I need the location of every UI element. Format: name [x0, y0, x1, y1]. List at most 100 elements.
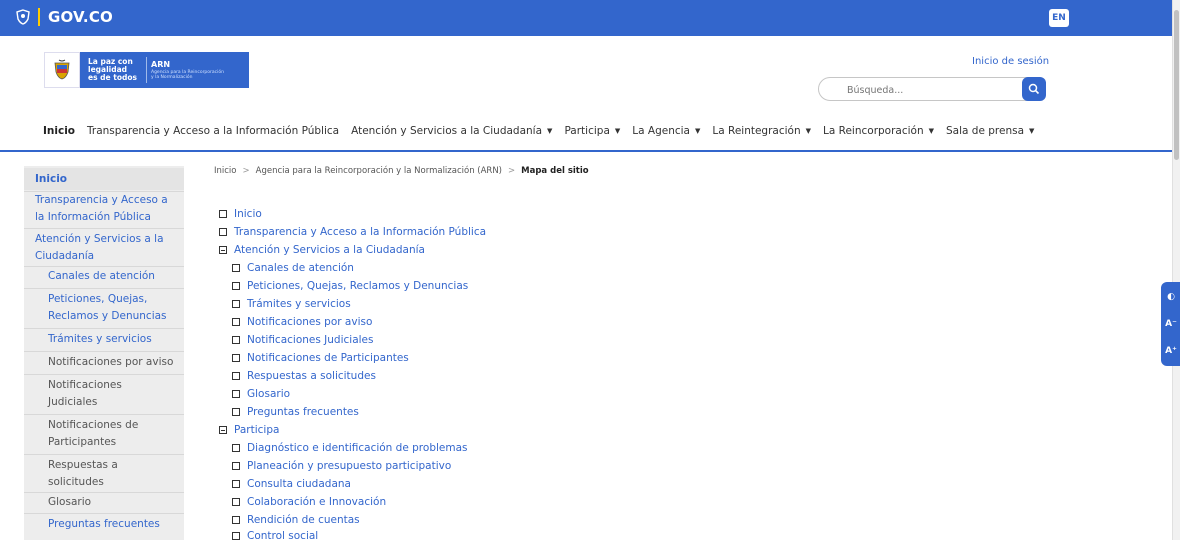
tree-node-icon [232, 480, 240, 488]
sitemap-link[interactable]: Notificaciones Judiciales [247, 334, 373, 346]
sidebar-subitem-preguntas[interactable]: Preguntas frecuentes [24, 516, 184, 533]
increase-font-icon[interactable]: A⁺ [1163, 340, 1179, 362]
sitemap-node[interactable]: Planeación y presupuesto participativo [232, 460, 451, 472]
tree-node-icon [232, 390, 240, 398]
sitemap-link[interactable]: Peticiones, Quejas, Reclamos y Denuncias [247, 280, 468, 292]
tree-node-icon [232, 498, 240, 506]
sitemap-node[interactable]: Participa [219, 424, 279, 436]
sitemap-node[interactable]: Atención y Servicios a la Ciudadanía [219, 244, 425, 256]
sitemap-node[interactable]: Colaboración e Innovación [232, 496, 386, 508]
sitemap-node[interactable]: Consulta ciudadana [232, 478, 351, 490]
sitemap-node[interactable]: Notificaciones por aviso [232, 316, 372, 328]
menu-item-sala-de-prensa[interactable]: Sala de prensa ▼ [946, 125, 1034, 137]
menu-item-la-reincorporacion[interactable]: La Reincorporación ▼ [823, 125, 934, 137]
sitemap-node[interactable]: Glosario [232, 388, 290, 400]
sitemap-node[interactable]: Rendición de cuentas [232, 514, 360, 526]
sitemap-link[interactable]: Colaboración e Innovación [247, 496, 386, 508]
sitemap-node[interactable]: Canales de atención [232, 262, 354, 274]
sitemap-link[interactable]: Canales de atención [247, 262, 354, 274]
sidebar-item-label: Reclamos y Denuncias [48, 310, 167, 322]
sitemap-node[interactable]: Control social [232, 530, 318, 540]
menu-label: Inicio [43, 125, 76, 137]
sidebar-subitem-tramites[interactable]: Trámites y servicios [24, 331, 184, 348]
sitemap-node[interactable]: Transparencia y Acceso a la Información … [219, 226, 486, 238]
caret-down-icon: ▼ [547, 127, 553, 135]
sitemap-link[interactable]: Respuestas a solicitudes [247, 370, 376, 382]
menu-item-la-reintegracion[interactable]: La Reintegración ▼ [712, 125, 811, 137]
breadcrumb-link[interactable]: Inicio [214, 166, 237, 176]
sitemap-link[interactable]: Preguntas frecuentes [247, 406, 359, 418]
sidebar-subitem-notificaciones-judiciales[interactable]: Notificaciones Judiciales [24, 377, 184, 411]
caret-down-icon: ▼ [614, 127, 621, 135]
scrollbar-thumb[interactable] [1174, 10, 1179, 160]
tree-node-icon [219, 228, 227, 236]
sitemap-node[interactable]: Notificaciones Judiciales [232, 334, 373, 346]
sidebar-item-label: Ciudadanía [35, 250, 95, 262]
sitemap-link[interactable]: Rendición de cuentas [247, 514, 360, 526]
sitemap-link[interactable]: Notificaciones de Participantes [247, 352, 409, 364]
search-input[interactable] [831, 82, 1011, 98]
sidebar-subitem-pqrd[interactable]: Peticiones, Quejas, Reclamos y Denuncias [24, 291, 184, 325]
brand-slogan: La paz con legalidad es de todos [80, 58, 144, 82]
sitemap-link[interactable]: Planeación y presupuesto participativo [247, 460, 451, 472]
sidebar-item-inicio[interactable]: Inicio [24, 168, 184, 190]
sidebar-subitem-respuestas[interactable]: Respuestas a solicitudes [24, 457, 184, 491]
sitemap-node[interactable]: Respuestas a solicitudes [232, 370, 376, 382]
login-link[interactable]: Inicio de sesión [972, 56, 1049, 67]
arn-brand-logo[interactable]: La paz con legalidad es de todos ARN Age… [44, 52, 249, 88]
caret-down-icon: ▼ [694, 127, 701, 135]
sidebar-subitem-notificaciones-aviso[interactable]: Notificaciones por aviso [24, 354, 184, 371]
breadcrumb-link[interactable]: Agencia para la Reincorporación y la Nor… [256, 166, 502, 176]
sidebar-subitem-notificaciones-participantes[interactable]: Notificaciones de Participantes [24, 417, 184, 451]
sitemap-node[interactable]: Preguntas frecuentes [232, 406, 359, 418]
contrast-icon[interactable]: ◐ [1163, 286, 1179, 308]
sitemap-node[interactable]: Peticiones, Quejas, Reclamos y Denuncias [232, 280, 468, 292]
sitemap-link[interactable]: Inicio [234, 208, 262, 220]
sitemap-node[interactable]: Diagnóstico e identificación de problema… [232, 442, 468, 454]
sitemap-link[interactable]: Atención y Servicios a la Ciudadanía [234, 244, 425, 256]
sitemap-link[interactable]: Participa [234, 424, 279, 436]
sitemap-node[interactable]: Inicio [219, 208, 262, 220]
tree-collapse-icon[interactable] [219, 246, 227, 254]
breadcrumb-separator: > [508, 166, 516, 176]
sidebar-item-transparencia[interactable]: Transparencia y Acceso a la Información … [24, 192, 184, 226]
menu-item-inicio[interactable]: Inicio [43, 125, 75, 137]
sitemap-link[interactable]: Control social [247, 530, 318, 540]
tree-collapse-icon[interactable] [219, 426, 227, 434]
sidebar-item-label: Notificaciones de [48, 419, 139, 431]
sitemap-link[interactable]: Diagnóstico e identificación de problema… [247, 442, 468, 454]
menu-item-la-agencia[interactable]: La Agencia ▼ [632, 125, 700, 137]
sidebar-divider [24, 351, 184, 352]
sidebar-subitem-glosario[interactable]: Glosario [24, 494, 184, 511]
caret-down-icon: ▼ [1029, 127, 1035, 135]
sidebar-divider [24, 492, 184, 493]
menu-item-participa[interactable]: Participa ▼ [564, 125, 620, 137]
sidebar-subitem-canales[interactable]: Canales de atención [24, 268, 184, 285]
language-button[interactable]: EN [1049, 9, 1069, 27]
sitemap-link[interactable]: Notificaciones por aviso [247, 316, 372, 328]
sidebar-item-label: Transparencia y Acceso a [35, 194, 168, 206]
menu-item-atencion[interactable]: Atención y Servicios a la Ciudadanía ▼ [351, 125, 552, 137]
sitemap-link[interactable]: Glosario [247, 388, 290, 400]
sitemap-link[interactable]: Consulta ciudadana [247, 478, 351, 490]
tree-node-icon [232, 372, 240, 380]
sitemap-link[interactable]: Transparencia y Acceso a la Información … [234, 226, 486, 238]
tree-node-icon [232, 516, 240, 524]
sidebar-item-label: Judiciales [48, 396, 98, 408]
tree-node-icon [232, 282, 240, 290]
tree-node-icon [232, 300, 240, 308]
tree-node-icon [232, 318, 240, 326]
gov-co-logo[interactable]: GOV.CO [16, 8, 113, 26]
sidebar-item-atencion[interactable]: Atención y Servicios a la Ciudadanía [24, 231, 184, 265]
menu-item-transparencia[interactable]: Transparencia y Acceso a la Información … [87, 125, 339, 137]
menu-label: Atención y Servicios a la Ciudadanía [351, 125, 543, 137]
page-scrollbar[interactable] [1172, 0, 1180, 540]
decrease-font-icon[interactable]: A⁻ [1163, 313, 1179, 335]
sitemap-node[interactable]: Notificaciones de Participantes [232, 352, 409, 364]
tree-node-icon [232, 444, 240, 452]
gov-separator [38, 8, 40, 26]
sitemap-node[interactable]: Trámites y servicios [232, 298, 351, 310]
sitemap-link[interactable]: Trámites y servicios [247, 298, 351, 310]
sidebar-item-label: solicitudes [48, 476, 104, 488]
search-button[interactable] [1022, 77, 1046, 101]
